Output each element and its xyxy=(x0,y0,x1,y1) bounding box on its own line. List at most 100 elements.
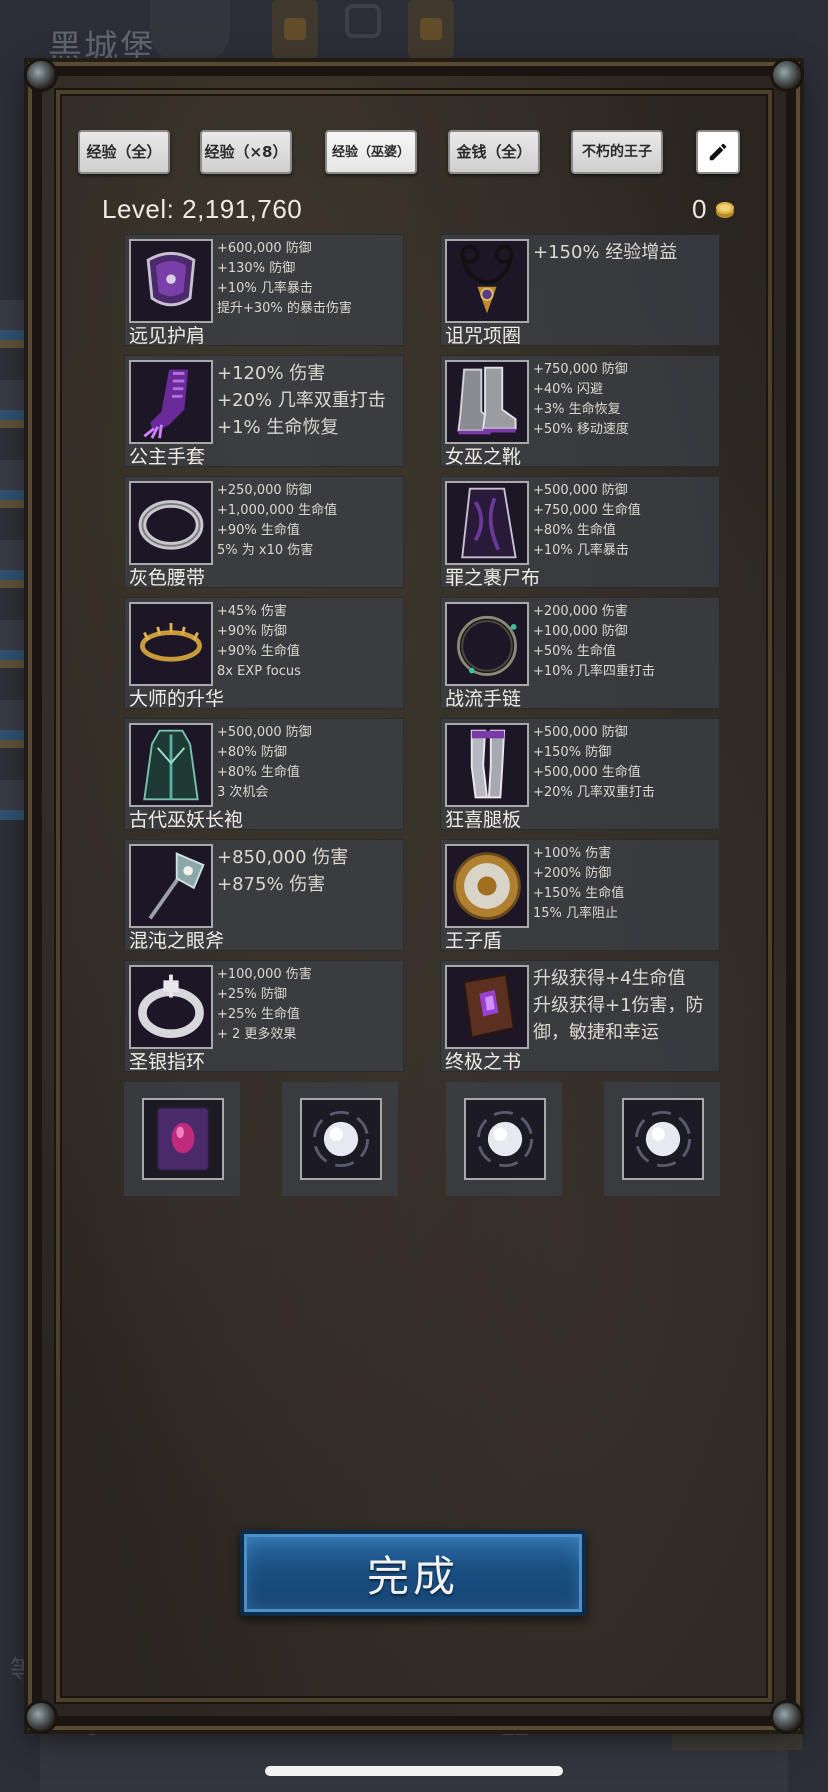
item-card[interactable]: +45% 伤害 +90% 防御 +90% 生命值 8x EXP focus 大师… xyxy=(124,597,404,710)
lock-icon xyxy=(272,0,318,58)
pearl-orb-icon xyxy=(300,1098,382,1180)
item-name: 灰色腰带 xyxy=(129,567,206,589)
inventory-slot[interactable] xyxy=(282,1082,398,1196)
corner-ornament xyxy=(24,58,58,92)
item-name: 古代巫妖长袍 xyxy=(129,809,244,831)
item-name: 罪之裹尸布 xyxy=(445,567,541,589)
circlet-icon xyxy=(129,602,213,686)
item-stat: 15% 几率阻止 xyxy=(533,906,619,921)
item-stat: +80% 防御 xyxy=(217,745,287,760)
item-stat: +150% 防御 xyxy=(533,745,612,760)
item-card[interactable]: +150% 经验增益 诅咒项圈 xyxy=(440,234,720,347)
item-card[interactable]: +500,000 防御 +80% 防御 +80% 生命值 3 次机会 古代巫妖长… xyxy=(124,718,404,831)
item-stat: +25% 防御 xyxy=(217,987,287,1002)
cursed-necklace-icon xyxy=(445,239,529,323)
level-display: Level: 2,191,760 xyxy=(102,194,303,224)
item-stat: +90% 防御 xyxy=(217,624,287,639)
item-stat: +600,000 防御 xyxy=(217,241,312,256)
home-indicator[interactable] xyxy=(265,1766,563,1776)
item-stat: +80% 生命值 xyxy=(217,765,300,780)
item-name: 大师的升华 xyxy=(129,688,225,710)
item-name: 狂喜腿板 xyxy=(445,809,522,831)
item-stat: +500,000 防御 xyxy=(533,725,628,740)
background-figure xyxy=(150,0,230,62)
book-icon xyxy=(445,965,529,1049)
princess-glove-icon xyxy=(129,360,213,444)
item-card[interactable]: +500,000 防御 +150% 防御 +500,000 生命值 +20% 几… xyxy=(440,718,720,831)
item-stat: +850,000 伤害 xyxy=(217,847,349,868)
item-stat: +100% 伤害 xyxy=(533,846,612,861)
item-stat: +1% 生命恢复 xyxy=(217,417,339,438)
item-stat: +750,000 防御 xyxy=(533,362,628,377)
gold-count: 0 xyxy=(692,194,707,224)
inventory-slot[interactable] xyxy=(124,1082,240,1196)
gold-coin-icon xyxy=(716,202,734,218)
item-stat: +500,000 防御 xyxy=(533,483,628,498)
item-stat: +875% 伤害 xyxy=(217,874,326,895)
item-stat: +120% 伤害 xyxy=(217,363,326,384)
item-stat: +40% 闪避 xyxy=(533,382,603,397)
item-stat: +10% 几率暴击 xyxy=(217,281,313,296)
item-name: 王子盾 xyxy=(445,930,503,952)
item-card[interactable]: +200,000 伤害 +100,000 防御 +50% 生命值 +10% 几率… xyxy=(440,597,720,710)
shroud-icon xyxy=(445,481,529,565)
item-stat: 提升+30% 的暴击伤害 xyxy=(217,301,352,316)
item-stat: +150% 生命值 xyxy=(533,886,625,901)
item-card[interactable]: +100,000 伤害 +25% 防御 +25% 生命值 + 2 更多效果 圣银… xyxy=(124,960,404,1073)
equipment-panel: 经验（全） 经验（×8） 经验（巫婆） 金钱（全） 不朽的王子 Level: 2… xyxy=(24,58,804,1734)
inventory-slot[interactable] xyxy=(604,1082,720,1196)
item-stat: +45% 伤害 xyxy=(217,604,287,619)
exp-witch-button[interactable]: 经验（巫婆） xyxy=(325,130,417,174)
item-card[interactable]: +100% 伤害 +200% 防御 +150% 生命值 15% 几率阻止 王子盾 xyxy=(440,839,720,952)
item-stat: +10% 几率暴击 xyxy=(533,543,629,558)
item-stat: +3% 生命恢复 xyxy=(533,402,621,417)
exp-all-button[interactable]: 经验（全） xyxy=(78,130,170,174)
done-button-label: 完成 xyxy=(366,1551,459,1601)
item-stat: +200,000 伤害 xyxy=(533,604,628,619)
background-title: 黑城堡 xyxy=(48,28,156,68)
bracelet-icon xyxy=(445,602,529,686)
item-card[interactable]: +750,000 防御 +40% 闪避 +3% 生命恢复 +50% 移动速度 女… xyxy=(440,355,720,468)
corner-ornament xyxy=(770,1700,804,1734)
item-stat: +20% 几率双重打击 xyxy=(533,785,655,800)
lock-icon xyxy=(408,0,454,58)
item-name: 女巫之靴 xyxy=(445,446,522,468)
item-stat: 3 次机会 xyxy=(217,785,269,800)
lich-robe-icon xyxy=(129,723,213,807)
edit-button[interactable] xyxy=(696,130,740,174)
greaves-icon xyxy=(445,723,529,807)
item-card[interactable]: 升级获得+4生命值 升级获得+1伤害，防御，敏捷和幸运 终极之书 xyxy=(440,960,720,1073)
item-stat: +90% 生命值 xyxy=(217,523,300,538)
witch-boots-icon xyxy=(445,360,529,444)
item-stat: +500,000 防御 xyxy=(217,725,312,740)
item-card[interactable]: +850,000 伤害 +875% 伤害 混沌之眼斧 xyxy=(124,839,404,952)
item-stat: 升级获得+4生命值 xyxy=(533,968,686,989)
item-stat: +50% 生命值 xyxy=(533,644,616,659)
stand-icon xyxy=(345,4,381,38)
exp-x8-button[interactable]: 经验（×8） xyxy=(200,130,292,174)
done-button[interactable]: 完成 xyxy=(240,1530,586,1616)
item-stat: +100,000 伤害 xyxy=(217,967,312,982)
item-card[interactable]: +120% 伤害 +20% 几率双重打击 +1% 生命恢复 公主手套 xyxy=(124,355,404,468)
pearl-orb-icon xyxy=(464,1098,546,1180)
item-card[interactable]: +600,000 防御 +130% 防御 +10% 几率暴击 提升+30% 的暴… xyxy=(124,234,404,347)
item-stat: 8x EXP focus xyxy=(217,664,301,679)
item-card[interactable]: +250,000 防御 +1,000,000 生命值 +90% 生命值 5% 为… xyxy=(124,476,404,589)
item-name: 诅咒项圈 xyxy=(445,325,522,347)
purple-tome-icon xyxy=(142,1098,224,1180)
item-stat: +90% 生命值 xyxy=(217,644,300,659)
item-stat: +10% 几率四重打击 xyxy=(533,664,655,679)
item-stat: +20% 几率双重打击 xyxy=(217,390,386,411)
item-stat: +750,000 生命值 xyxy=(533,503,641,518)
shield-icon xyxy=(445,844,529,928)
item-name: 圣银指环 xyxy=(129,1051,206,1073)
item-card[interactable]: +500,000 防御 +750,000 生命值 +80% 生命值 +10% 几… xyxy=(440,476,720,589)
shoulder-guard-icon xyxy=(129,239,213,323)
item-stat: 升级获得+1伤害，防御，敏捷和幸运 xyxy=(533,995,704,1043)
item-name: 战流手链 xyxy=(445,688,522,710)
item-stat: +80% 生命值 xyxy=(533,523,616,538)
inventory-slot[interactable] xyxy=(446,1082,562,1196)
immortal-prince-button[interactable]: 不朽的王子 xyxy=(571,130,663,174)
background-left-strip xyxy=(0,300,32,820)
gold-all-button[interactable]: 金钱（全） xyxy=(448,130,540,174)
